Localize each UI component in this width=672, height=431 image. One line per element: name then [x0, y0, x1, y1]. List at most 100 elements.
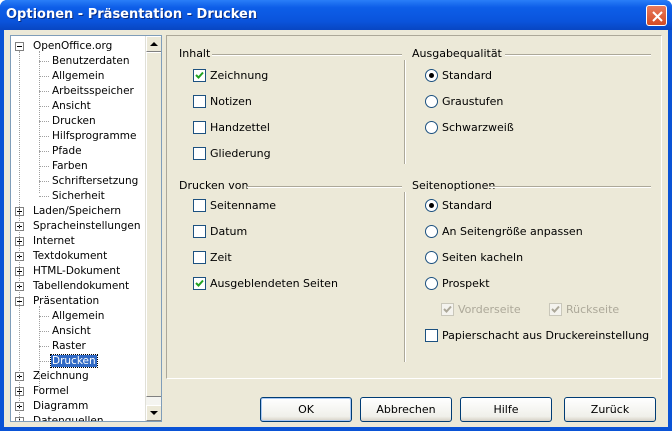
tree-item-pfade[interactable]: Pfade [51, 144, 83, 159]
window-title: Optionen - Präsentation - Drucken [6, 7, 258, 22]
tree-connector [39, 306, 40, 388]
scroll-up-button[interactable] [146, 36, 161, 52]
collapse-icon[interactable] [15, 42, 24, 51]
tree-item-spracheinstellungen[interactable]: Spracheinstellungen [32, 219, 142, 234]
group-separator [404, 192, 406, 362]
tree-item-label: Farben [52, 160, 88, 172]
radio-button[interactable] [425, 225, 438, 238]
radio-button[interactable] [425, 251, 438, 264]
checkbox-label: Gliederung [210, 147, 271, 160]
radio-label: Seiten kacheln [442, 251, 524, 264]
tree-item-label: Ansicht [52, 325, 91, 337]
tree-item-openoffice-org[interactable]: OpenOffice.org [32, 39, 113, 54]
tree-item-zeichnung[interactable]: Zeichnung [32, 369, 90, 384]
radio-label: An Seitengröße anpassen [442, 225, 583, 238]
tree-item-allgemein[interactable]: Allgemein [51, 69, 105, 84]
tree-connector [39, 181, 49, 182]
group-separator [404, 60, 406, 164]
tree-item-arbeitsspeicher[interactable]: Arbeitsspeicher [51, 84, 135, 99]
checkbox[interactable] [425, 329, 438, 342]
tree-item-label: Tabellendokument [33, 280, 130, 292]
checkbox-label: Notizen [210, 95, 252, 108]
tree-item-ansicht[interactable]: Ansicht [51, 99, 92, 114]
tree-item-raster[interactable]: Raster [51, 339, 87, 354]
checkbox[interactable] [193, 199, 206, 212]
tree-item-label: Allgemein [52, 310, 105, 322]
tree-item-label: Pfade [52, 145, 82, 157]
help-button[interactable]: Hilfe [460, 397, 552, 422]
cancel-button[interactable]: Abbrechen [360, 397, 452, 422]
checkmark-icon [551, 305, 560, 313]
tree-connector [39, 151, 49, 152]
tree-connector [39, 346, 49, 347]
checkbox[interactable] [193, 225, 206, 238]
checkbox[interactable] [193, 121, 206, 134]
ok-button[interactable]: OK [260, 397, 352, 422]
radio-label: Standard [442, 199, 493, 212]
tree-item-html-dokument[interactable]: HTML-Dokument [32, 264, 121, 279]
tree-item-hilfsprogramme[interactable]: Hilfsprogramme [51, 129, 137, 144]
tree-item-label: Spracheinstellungen [33, 220, 141, 232]
tree-item-formel[interactable]: Formel [32, 384, 70, 399]
tree-connector [39, 121, 49, 122]
tree-scrollbar[interactable] [145, 36, 161, 421]
tree-connector [39, 196, 49, 197]
tree-connector [39, 166, 49, 167]
checkbox[interactable] [193, 147, 206, 160]
tree-item-label: Benutzerdaten [52, 55, 130, 67]
seitenoptionen-group-title: Seitenoptionen [412, 179, 496, 192]
tree-connector [39, 361, 49, 362]
tree-item-tabellendokument[interactable]: Tabellendokument [32, 279, 130, 294]
radio-button[interactable] [425, 69, 438, 82]
tree-item-benutzerdaten[interactable]: Benutzerdaten [51, 54, 131, 69]
tree-item-label: Internet [33, 235, 75, 247]
back-button[interactable]: Zurück [564, 397, 656, 422]
tree-item-drucken[interactable]: Drucken [51, 114, 97, 129]
inhalt-group-title: Inhalt [179, 47, 211, 60]
radio-label: Prospekt [442, 277, 490, 290]
tree-item-praesentation[interactable]: Präsentation [32, 294, 100, 309]
tree-item-label: Diagramm [33, 400, 89, 412]
tree-item-laden-speichern[interactable]: Laden/Speichern [32, 204, 122, 219]
tree-item-drucken[interactable]: Drucken [50, 354, 98, 369]
checkbox[interactable] [193, 95, 206, 108]
close-icon [652, 11, 663, 22]
tree-item-textdokument[interactable]: Textdokument [32, 249, 108, 264]
checkbox[interactable] [193, 69, 206, 82]
close-button[interactable] [646, 5, 667, 26]
checkbox[interactable] [193, 277, 206, 290]
tree-item-ansicht[interactable]: Ansicht [51, 324, 92, 339]
radio-button[interactable] [425, 95, 438, 108]
tree-item-label: Arbeitsspeicher [52, 85, 134, 97]
checkbox-label: Datum [210, 225, 248, 238]
tree-item-label: Schriftersetzung [52, 175, 139, 187]
title-bar[interactable]: Optionen - Präsentation - Drucken [0, 0, 672, 30]
radio-label: Schwarzweiß [442, 121, 514, 134]
tree-item-datenquellen[interactable]: Datenquellen [32, 414, 104, 421]
tree-item-label: Laden/Speichern [33, 205, 121, 217]
radio-button[interactable] [425, 277, 438, 290]
tree-connector [39, 331, 49, 332]
dialog-body: OpenOffice.org Benutzerdaten Allgemein Arbe… [4, 30, 668, 427]
options-tree: OpenOffice.org Benutzerdaten Allgemein Arbe… [10, 35, 162, 422]
radio-label: Graustufen [442, 95, 504, 108]
checkmark-icon [195, 279, 204, 287]
tree-item-internet[interactable]: Internet [32, 234, 76, 249]
scroll-down-button[interactable] [146, 405, 161, 421]
radio-button[interactable] [425, 199, 438, 212]
tree-item-label: Drucken [50, 354, 98, 368]
checkbox-label: Seitenname [210, 199, 277, 212]
tree-item-allgemein[interactable]: Allgemein [51, 309, 105, 324]
tree-item-sicherheit[interactable]: Sicherheit [51, 189, 106, 204]
tree-item-label: Textdokument [33, 250, 108, 262]
tree-item-diagramm[interactable]: Diagramm [32, 399, 89, 414]
scroll-thumb[interactable] [146, 52, 161, 397]
radio-button[interactable] [425, 121, 438, 134]
tree-item-label: Präsentation [33, 295, 100, 307]
radio-label: Standard [442, 69, 493, 82]
tree-item-schriftersetzung[interactable]: Schriftersetzung [51, 174, 139, 189]
checkbox-label: Papierschacht aus Druckereinstellung [442, 329, 650, 342]
checkbox[interactable] [193, 251, 206, 264]
tree-connector [39, 91, 49, 92]
tree-item-farben[interactable]: Farben [51, 159, 89, 174]
